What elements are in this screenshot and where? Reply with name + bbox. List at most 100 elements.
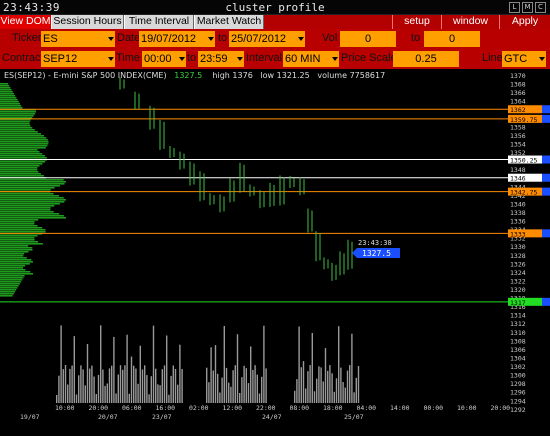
apply-button[interactable]: Apply [500,15,550,29]
last-price: 1327.5 [174,71,203,80]
profile-bar [0,123,30,125]
cluster-profile-chart[interactable]: 1370136813661364136213601358135613541352… [0,69,550,436]
profile-bar [0,245,29,247]
time-label: Time [116,52,141,64]
price-axis-label: 1314 [510,312,526,320]
window-button-c[interactable]: C [535,2,546,13]
symbol-name: ES(SEP12) - E-mini S&P 500 INDEX(CME) [4,71,167,80]
time-axis-label: 20:00 [89,404,109,412]
vol-from-input[interactable]: 0 [340,31,396,47]
window-button-l[interactable]: L [509,2,520,13]
time-to-value: 23:59 [200,53,228,65]
vol-to-input[interactable]: 0 [424,31,480,47]
chevron-down-icon [179,57,185,61]
volume-bar [333,391,335,403]
time-axis-label: 18:00 [323,404,343,412]
profile-bar [0,163,43,165]
interval-label: Interval [246,52,283,64]
volume-bar [71,365,73,403]
line-select[interactable]: GTC [502,51,546,67]
level-flag-icon [542,297,550,306]
ticker-select[interactable]: ES [41,31,115,47]
price-axis-label: 1326 [510,260,526,268]
profile-bar [0,219,39,221]
chevron-down-icon [108,57,114,61]
tab-session-hours[interactable]: Session Hours [51,15,124,29]
volume-bar [174,369,177,403]
high-value: 1376 [232,71,253,80]
profile-bar [0,269,26,271]
profile-bar [0,189,51,191]
volume-label: volume [317,71,348,80]
profile-bar [0,91,13,93]
line-value: GTC [504,53,528,65]
volume-bar [141,369,144,403]
price-axis-label: 1300 [510,372,526,380]
volume-bar [298,326,300,403]
interval-select[interactable]: 60 MIN [283,51,339,67]
volume-bar [335,378,338,403]
volume-bar [208,382,210,403]
profile-bar [0,89,12,91]
volume-bar [256,374,258,403]
chart-canvas[interactable]: 1370136813661364136213601358135613541352… [0,69,550,436]
price-axis-label: 1310 [510,329,526,337]
volume-bar [157,384,159,403]
volume-bar [104,385,106,403]
volume-bar [67,384,69,403]
price-scale-input[interactable]: 0.25 [393,51,459,67]
time-to-field[interactable]: 23:59 [198,51,244,67]
volume-bar [353,392,355,403]
tab-market-watch[interactable]: Market Watch [194,15,264,29]
level-price-label: 1317 [510,299,526,307]
vol-to-label: to [411,32,421,44]
volume-bar [241,377,243,403]
profile-bar [0,121,30,123]
price-axis-label: 1324 [510,269,526,277]
volume-bar [225,367,228,403]
price-axis-label: 1304 [510,354,526,362]
volume-bar [108,368,111,403]
date-axis-label: 20/07 [98,413,118,421]
profile-bar [0,251,29,253]
time-from-field[interactable]: 00:00 [142,51,186,67]
volume-bar [69,368,71,403]
volume-bar [296,379,298,403]
profile-bar [0,141,49,143]
volume-bar [294,390,296,403]
volume-bar [139,345,141,403]
volume-bar [344,387,346,403]
time-axis-label: 22:00 [256,404,276,412]
menu-setup[interactable]: setup [393,15,441,29]
date-axis-label: 24/07 [262,413,282,421]
chevron-down-icon [208,37,214,41]
volume-bar [302,361,305,403]
window-button-m[interactable]: M [522,2,533,13]
volume-bar [64,365,67,403]
profile-bar [0,257,27,259]
price-axis-label: 1296 [510,389,526,397]
date-to-field[interactable]: 25/07/2012 [229,31,305,47]
profile-bar [0,133,41,135]
volume-bar [357,366,360,403]
price-axis-label: 1356 [510,132,526,140]
date-axis-label: 19/07 [20,413,40,421]
profile-bar [0,157,47,159]
profile-bar [0,153,43,155]
tab-row: View DOM Session Hours Time Interval Mar… [0,15,550,29]
date-from-field[interactable]: 19/07/2012 [139,31,215,47]
profile-bar [0,213,60,215]
level-flag-icon [542,155,550,164]
volume-bar [245,368,247,403]
volume-bar [307,371,309,403]
contract-select[interactable]: SEP12 [41,51,115,67]
tab-time-interval[interactable]: Time Interval [124,15,194,29]
profile-bar [0,195,59,197]
profile-bar [0,223,35,225]
tab-view-dom[interactable]: View DOM [0,15,51,29]
profile-bar [0,277,24,279]
profile-bar [0,197,64,199]
menu-window[interactable]: window [442,15,499,29]
low-label: low [260,71,275,80]
volume-bar [56,395,58,403]
